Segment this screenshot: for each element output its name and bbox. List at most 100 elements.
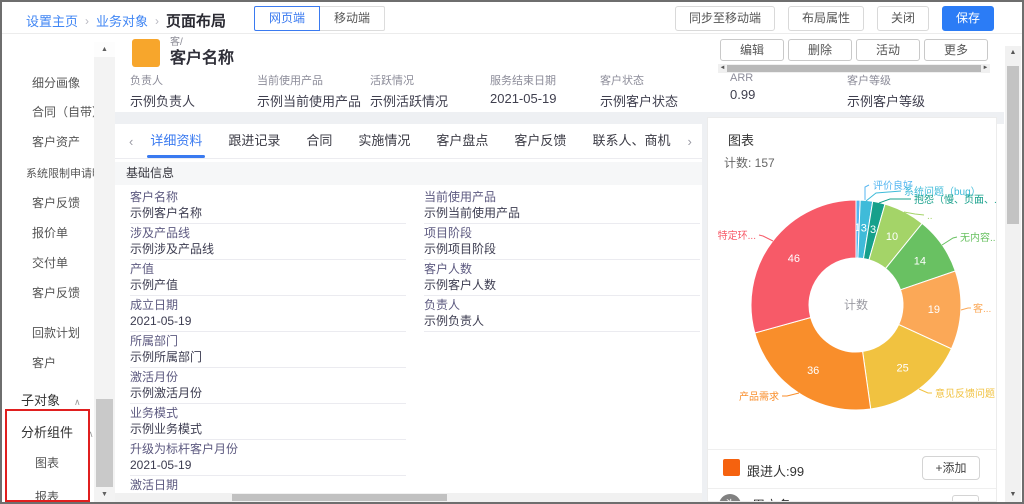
more-button[interactable]: 更多 <box>924 39 988 61</box>
sidebar-group-sub-objects[interactable]: 子对象∧ <box>21 390 81 409</box>
field-value: 2021-05-19 <box>490 91 557 106</box>
scroll-down-icon[interactable]: ▼ <box>94 487 115 502</box>
fields-column-right: 当前使用产品示例当前使用产品 项目阶段示例项目阶段 客户人数示例客户人数 负责人… <box>424 190 700 334</box>
user-name: 用户名 <box>752 495 791 502</box>
chevron-up-icon: ∧ <box>87 429 94 439</box>
field-value: 示例客户等级 <box>847 91 925 110</box>
sidebar-item[interactable]: 报价单 <box>32 224 68 241</box>
scroll-left-icon[interactable]: ◄ <box>718 64 727 73</box>
breadcrumb-separator-icon: › <box>155 14 159 28</box>
tab-contract[interactable]: 合同 <box>293 124 345 159</box>
add-follower-button[interactable]: +添加 <box>922 456 980 480</box>
header-field: 客户等级示例客户等级 <box>847 72 925 110</box>
tab-implementation[interactable]: 实施情况 <box>345 124 423 159</box>
field-value: 示例项目阶段 <box>424 242 700 256</box>
breadcrumb-separator-icon: › <box>85 14 89 28</box>
field-label: 活跃情况 <box>370 72 448 88</box>
field-label: ARR <box>730 72 755 84</box>
sidebar-scrollbar[interactable]: ▲ ▼ <box>94 42 115 502</box>
layout-properties-button[interactable]: 布局属性 <box>788 6 864 31</box>
tab-follow-records[interactable]: 跟进记录 <box>215 124 293 159</box>
slice-category-label: 意见反馈问题 <box>935 387 995 400</box>
sidebar-item[interactable]: 交付单 <box>32 254 68 271</box>
breadcrumb: 设置主页 › 业务对象 › 页面布局 <box>26 10 226 31</box>
sidebar-item[interactable]: 客户资产 <box>32 133 80 150</box>
field-value: 示例涉及产品线 <box>130 242 406 256</box>
top-bar: 设置主页 › 业务对象 › 页面布局 网页端 移动端 同步至移动端 布局属性 关… <box>2 2 1022 34</box>
sidebar-item[interactable]: 客户反馈 <box>32 194 80 211</box>
field-row: 所属部门示例所属部门 <box>130 334 406 368</box>
pie-slice <box>751 200 856 333</box>
field-row: 成立日期2021-05-19 <box>130 298 406 332</box>
topbar-actions: 同步至移动端 布局属性 关闭 保存 <box>675 6 994 31</box>
sidebar-item[interactable]: 客户 <box>32 354 56 371</box>
field-value: 示例客户人数 <box>424 278 700 292</box>
field-value: 示例当前使用产品 <box>257 91 361 110</box>
sidebar-item-chart[interactable]: 图表 <box>35 454 59 471</box>
tab-customer-feedback[interactable]: 客户反馈 <box>501 124 579 159</box>
slice-value-label: 36 <box>807 365 819 377</box>
edit-button[interactable]: 编辑 <box>720 39 784 61</box>
slice-value-label: 10 <box>886 231 898 243</box>
scrollbar-thumb[interactable] <box>96 399 113 495</box>
sidebar-item[interactable]: 客户反馈 <box>32 284 80 301</box>
tab-contacts-opportunities[interactable]: 联系人、商机 <box>579 124 683 159</box>
scrollbar-thumb[interactable] <box>727 65 981 72</box>
field-row: 激活月份示例激活月份 <box>130 370 406 404</box>
main-vertical-scrollbar[interactable]: ▲ ▼ <box>1005 46 1021 502</box>
breadcrumb-link-objects[interactable]: 业务对象 <box>96 11 148 30</box>
toggle-mobile[interactable]: 移动端 <box>319 6 385 31</box>
sidebar-group-analysis[interactable]: 分析组件 ∧ <box>21 422 94 441</box>
scroll-up-icon[interactable]: ▲ <box>94 42 115 57</box>
chart-title: 图表 <box>728 130 754 149</box>
save-button[interactable]: 保存 <box>942 6 994 31</box>
sync-to-mobile-button[interactable]: 同步至移动端 <box>675 6 775 31</box>
field-label: 客户状态 <box>600 72 678 88</box>
field-label: 激活月份 <box>130 370 406 384</box>
scroll-up-icon[interactable]: ▲ <box>1005 46 1021 60</box>
slice-category-label: 特定环... <box>718 229 756 242</box>
field-label: 产值 <box>130 262 406 276</box>
field-label: 客户名称 <box>130 190 406 204</box>
activity-button[interactable]: 活动 <box>856 39 920 61</box>
label-leader-line <box>759 235 773 241</box>
breadcrumb-link-home[interactable]: 设置主页 <box>26 11 78 30</box>
scrollbar-thumb[interactable] <box>1007 66 1019 224</box>
field-label: 所属部门 <box>130 334 406 348</box>
delete-button[interactable]: 删除 <box>788 39 852 61</box>
tab-customer-review[interactable]: 客户盘点 <box>423 124 501 159</box>
view-toggle: 网页端 移动端 <box>254 6 385 31</box>
user-dropdown-button[interactable]: ▼ <box>952 495 979 502</box>
scrollbar-thumb[interactable] <box>232 494 447 501</box>
field-label: 涉及产品线 <box>130 226 406 240</box>
field-label: 成立日期 <box>130 298 406 312</box>
scroll-down-icon[interactable]: ▼ <box>1005 488 1021 502</box>
horizontal-scrollbar[interactable] <box>115 493 702 502</box>
label-leader-line <box>782 393 799 396</box>
section-title: 基础信息 <box>115 162 702 185</box>
field-row: 涉及产品线示例涉及产品线 <box>130 226 406 260</box>
field-label: 负责人 <box>130 72 195 88</box>
fields-column-left: 客户名称示例客户名称 涉及产品线示例涉及产品线 产值示例产值 成立日期2021-… <box>130 190 406 502</box>
sidebar-group-label: 子对象 <box>21 393 60 408</box>
field-value: 示例所属部门 <box>130 350 406 364</box>
tabs-scroll-left-icon[interactable]: ‹ <box>125 134 137 149</box>
detail-card: ‹ 详细资料 跟进记录 合同 实施情况 客户盘点 客户反馈 联系人、商机 › 基… <box>115 124 702 502</box>
sidebar-item[interactable]: 回款计划 <box>32 324 80 341</box>
field-value: 0.99 <box>730 87 755 102</box>
slice-value-label: 46 <box>788 253 800 265</box>
donut-chart: 1评价良好3系统问题（bug）3抱怨（慢、页面、...10..14无内容...1… <box>708 168 997 448</box>
sidebar-item-report[interactable]: 报表 <box>35 488 59 504</box>
field-value: 示例激活月份 <box>130 386 406 400</box>
field-label: 当前使用产品 <box>424 190 700 204</box>
toggle-web[interactable]: 网页端 <box>254 6 320 31</box>
field-row: 客户名称示例客户名称 <box>130 190 406 224</box>
close-button[interactable]: 关闭 <box>877 6 929 31</box>
tab-detail[interactable]: 详细资料 <box>137 124 215 159</box>
tabs-scroll-right-icon[interactable]: › <box>683 134 695 149</box>
field-label: 激活日期 <box>130 478 406 492</box>
sidebar-item[interactable]: 细分画像 <box>32 74 80 91</box>
scroll-right-icon[interactable]: ► <box>981 64 990 73</box>
header-field: ARR 0.99 <box>730 72 755 102</box>
sidebar-group-label: 分析组件 <box>21 425 73 440</box>
